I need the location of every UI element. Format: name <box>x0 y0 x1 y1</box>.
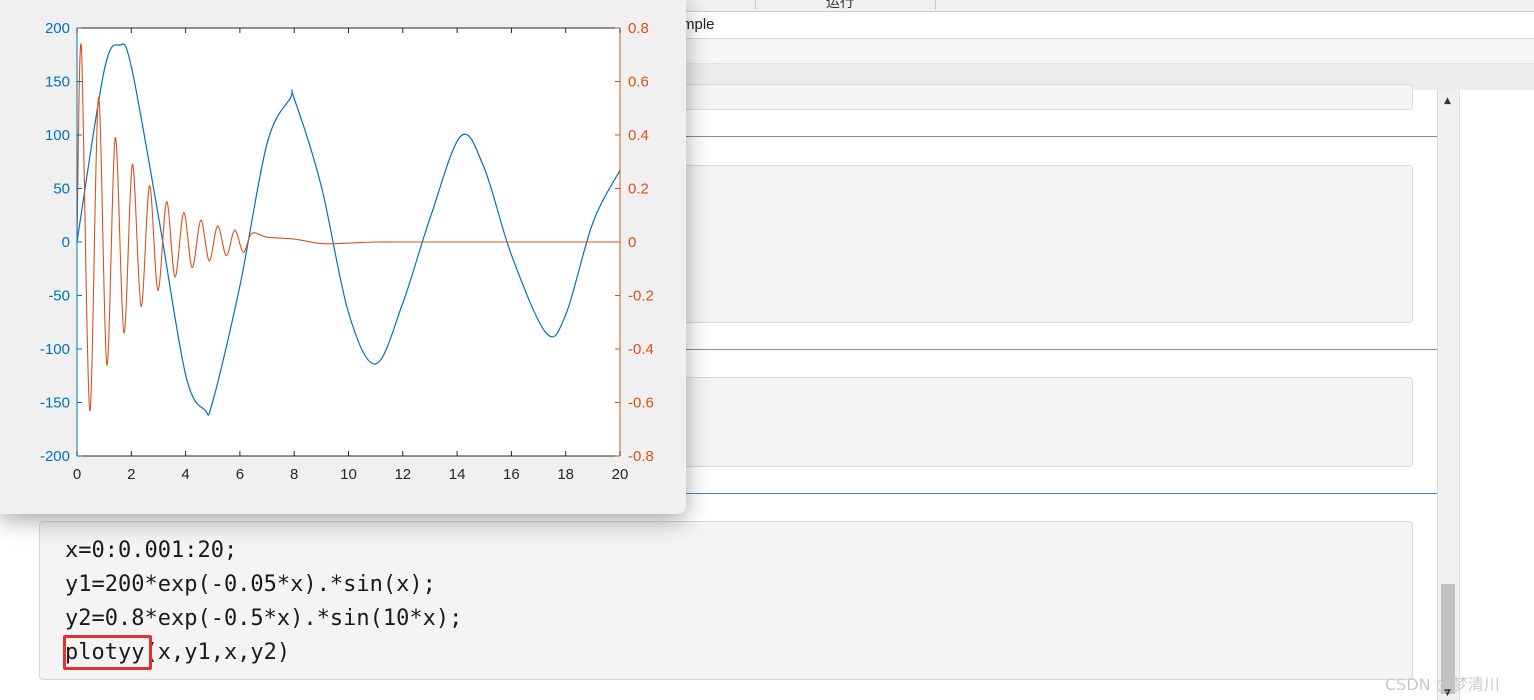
data-point-y2 <box>565 241 567 243</box>
highlight-box <box>63 635 152 670</box>
x-tick-label: 16 <box>503 466 520 483</box>
watermark: CSDN @梦清川 <box>1385 675 1500 694</box>
data-point-y1 <box>375 363 377 365</box>
right-y-tick-label: 0.2 <box>628 181 649 198</box>
data-point-y2 <box>456 241 458 243</box>
right-pane <box>1459 90 1534 700</box>
data-point-y2 <box>402 241 404 243</box>
x-tick-label: 14 <box>449 466 466 483</box>
data-point-y2 <box>157 289 159 291</box>
plotyy-chart: 0 2 4 6 8 10 12 14 16 18 20 200 150 100 50 0 -50 -100 -150… <box>40 20 654 483</box>
vertical-scrollbar[interactable]: ▲ ▼ <box>1437 90 1459 700</box>
code-line-3[interactable]: y2=0.8*exp(-0.5*x).*sin(10*x); <box>65 606 462 631</box>
x-tick-label: 4 <box>181 466 189 483</box>
data-point-y1 <box>320 185 322 187</box>
data-point-y2 <box>347 242 350 244</box>
data-point-y1 <box>510 254 512 256</box>
data-point-y2 <box>266 236 268 238</box>
data-point-y2 <box>375 241 377 243</box>
figure-window[interactable]: 0 2 4 6 8 10 12 14 16 18 20 200 150 100 50 0 -50 -100 -150… <box>0 0 686 514</box>
data-point-y2 <box>208 260 210 262</box>
data-point-y2 <box>89 409 91 412</box>
tab-separator <box>755 0 756 10</box>
address-text: mple <box>682 16 715 33</box>
data-point-y2 <box>225 255 227 257</box>
data-point-y2 <box>165 201 168 203</box>
data-point-y1 <box>592 222 594 224</box>
data-point-y2 <box>200 219 202 221</box>
data-point-y1 <box>185 374 187 376</box>
right-y-tick-label: 0 <box>628 234 636 251</box>
x-tick-label: 20 <box>612 466 629 483</box>
right-y-tick-label: -0.8 <box>628 448 654 465</box>
left-y-tick-label: 200 <box>45 20 70 37</box>
right-y-tick-label: 0.4 <box>628 127 649 144</box>
x-tick-label: 6 <box>236 466 244 483</box>
left-y-tick-label: -100 <box>40 341 70 358</box>
data-point-y2 <box>217 225 219 227</box>
code-line-1[interactable]: x=0:0.001:20; <box>65 538 237 563</box>
tab-run[interactable]: 运行 <box>826 0 854 12</box>
x-tick-label: 8 <box>290 466 298 483</box>
right-y-tick-label: -0.4 <box>628 341 654 358</box>
x-tick-label: 2 <box>127 466 135 483</box>
data-point-y1 <box>460 135 462 137</box>
data-point-y2 <box>174 276 176 278</box>
data-point-y2 <box>131 163 133 166</box>
data-point-y2 <box>234 229 236 231</box>
data-point-y2 <box>123 332 125 334</box>
left-y-tick-label: -50 <box>48 288 70 305</box>
right-y-tick-label: -0.2 <box>628 288 654 305</box>
data-point-y1 <box>293 98 295 100</box>
data-point-y2 <box>510 241 512 243</box>
right-y-tick-label: 0.6 <box>628 74 649 91</box>
data-point-y2 <box>251 232 253 235</box>
data-point-y1 <box>266 142 268 145</box>
tab-separator <box>935 0 936 10</box>
left-y-tick-label: -200 <box>40 448 70 465</box>
data-point-y1 <box>565 314 567 316</box>
data-point-y1 <box>545 332 547 334</box>
data-point-y1 <box>347 312 350 314</box>
data-point-y1 <box>402 302 404 304</box>
data-point-y2 <box>114 137 116 139</box>
code-line-2[interactable]: y1=200*exp(-0.05*x).*sin(x); <box>65 572 436 597</box>
data-point-y2 <box>140 305 142 307</box>
left-y-tick-label: -150 <box>40 395 70 412</box>
data-point-y2 <box>293 238 295 240</box>
left-y-tick-label: 50 <box>53 181 70 198</box>
x-tick-label: 0 <box>73 466 81 483</box>
data-point-y1 <box>103 70 105 72</box>
data-point-y1 <box>212 400 214 403</box>
scroll-up-icon[interactable]: ▲ <box>1444 96 1451 106</box>
code-cell[interactable]: x=0:0.001:20; y1=200*exp(-0.05*x).*sin(x… <box>39 521 1413 680</box>
data-point-y1 <box>204 409 206 411</box>
data-point-y1 <box>483 167 485 169</box>
data-point-y1 <box>130 65 132 68</box>
data-point-y1 <box>157 215 160 217</box>
data-point-y1 <box>119 44 121 46</box>
left-y-tick-label: 0 <box>62 234 70 251</box>
x-tick-label: 12 <box>394 466 411 483</box>
data-point-y2 <box>191 266 193 269</box>
left-y-tick-label: 150 <box>45 74 70 91</box>
x-tick-label: 18 <box>557 466 574 483</box>
data-point-y1 <box>289 98 291 100</box>
right-y-tick-label: 0.8 <box>628 20 649 37</box>
data-point-y2 <box>320 243 322 245</box>
data-point-y1 <box>429 217 431 220</box>
data-point-y1 <box>239 285 241 287</box>
x-tick-label: 10 <box>340 466 357 483</box>
data-point-y2 <box>106 364 108 366</box>
data-point-y2 <box>80 46 82 48</box>
data-point-y2 <box>183 211 185 214</box>
left-y-tick-label: 100 <box>45 127 70 144</box>
data-point-y2 <box>148 185 151 187</box>
right-y-tick-label: -0.6 <box>628 395 654 412</box>
data-point-y2 <box>242 251 245 253</box>
data-point-y2 <box>97 96 100 99</box>
